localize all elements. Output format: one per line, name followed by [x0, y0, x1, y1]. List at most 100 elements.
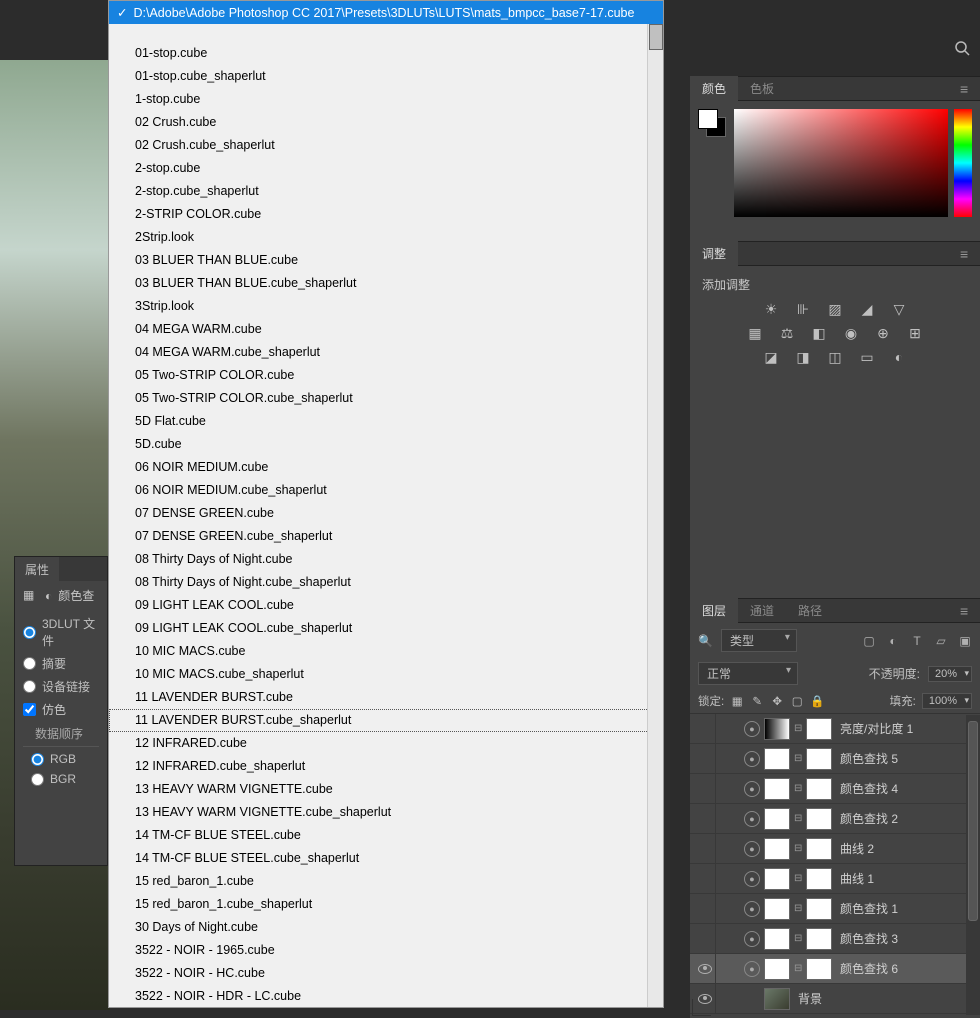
lut-item[interactable]: 06 NOIR MEDIUM.cube: [109, 456, 663, 479]
lut-item[interactable]: 14 TM-CF BLUE STEEL.cube: [109, 824, 663, 847]
tab-channels[interactable]: 通道: [738, 598, 786, 623]
layer-name-label[interactable]: 颜色查找 1: [840, 900, 898, 917]
layer-mask-thumbnail[interactable]: [806, 808, 832, 830]
layer-visibility-toggle[interactable]: [694, 714, 716, 743]
fx-icon[interactable]: ●: [744, 751, 760, 767]
layer-row[interactable]: ●⊟曲线 2: [690, 834, 980, 864]
lut-item[interactable]: 3522 - NOIR - 1965.cube: [109, 939, 663, 962]
layer-visibility-toggle[interactable]: [694, 834, 716, 863]
lock-artboard-icon[interactable]: ▢: [790, 694, 804, 708]
layer-row[interactable]: ●⊟颜色查找 2: [690, 804, 980, 834]
lut-item[interactable]: 03 BLUER THAN BLUE.cube_shaperlut: [109, 272, 663, 295]
opacity-field[interactable]: 20%: [928, 666, 972, 682]
hue-icon[interactable]: ▦: [746, 325, 764, 341]
levels-icon[interactable]: ⊪: [794, 301, 812, 317]
filter-shape-icon[interactable]: ▱: [934, 634, 948, 648]
layers-scrollbar[interactable]: [966, 715, 980, 1015]
lut-item[interactable]: 01-stop.cube: [109, 42, 663, 65]
layer-name-label[interactable]: 颜色查找 2: [840, 810, 898, 827]
lut-item[interactable]: 14 TM-CF BLUE STEEL.cube_shaperlut: [109, 847, 663, 870]
layer-name-label[interactable]: 亮度/对比度 1: [840, 720, 913, 737]
scrollbar-thumb[interactable]: [649, 24, 663, 50]
balance-icon[interactable]: ⚖: [778, 325, 796, 341]
invert-icon[interactable]: ◪: [762, 349, 780, 365]
search-icon[interactable]: [954, 40, 970, 59]
filter-text-icon[interactable]: T: [910, 634, 924, 648]
lut-item[interactable]: 07 DENSE GREEN.cube_shaperlut: [109, 525, 663, 548]
color-picker-field[interactable]: [734, 109, 948, 217]
radio-3dlut-input[interactable]: [23, 626, 36, 639]
radio-3dlut-file[interactable]: 3DLUT 文件: [15, 612, 107, 652]
layer-visibility-toggle[interactable]: [694, 774, 716, 803]
lut-item[interactable]: 02 Crush.cube: [109, 111, 663, 134]
layer-name-label[interactable]: 背景: [798, 990, 822, 1007]
layer-visibility-toggle[interactable]: [694, 894, 716, 923]
layer-mask-thumbnail[interactable]: [806, 778, 832, 800]
lut-item[interactable]: 13 HEAVY WARM VIGNETTE.cube: [109, 778, 663, 801]
lut-item[interactable]: 10 MIC MACS.cube: [109, 640, 663, 663]
radio-rgb[interactable]: RGB: [23, 749, 99, 769]
lut-item[interactable]: 06 NOIR MEDIUM.cube_shaperlut: [109, 479, 663, 502]
layer-thumbnail[interactable]: [764, 958, 790, 980]
layer-row[interactable]: ●⊟颜色查找 3: [690, 924, 980, 954]
lut-item[interactable]: 01-stop.cube_shaperlut: [109, 65, 663, 88]
layer-visibility-toggle[interactable]: [694, 924, 716, 953]
lut-item[interactable]: 1-stop.cube: [109, 88, 663, 111]
layer-mask-thumbnail[interactable]: [806, 868, 832, 890]
lut-item[interactable]: 02 Crush.cube_shaperlut: [109, 134, 663, 157]
layer-row[interactable]: ●⊟曲线 1: [690, 864, 980, 894]
layer-name-label[interactable]: 颜色查找 6: [840, 960, 898, 977]
layer-mask-thumbnail[interactable]: [806, 748, 832, 770]
lut-item[interactable]: 5D Flat.cube: [109, 410, 663, 433]
layer-name-label[interactable]: 曲线 2: [840, 840, 874, 857]
lut-item[interactable]: 13 HEAVY WARM VIGNETTE.cube_shaperlut: [109, 801, 663, 824]
lut-item[interactable]: 04 MEGA WARM.cube_shaperlut: [109, 341, 663, 364]
lut-item[interactable]: 3522 - NOIR - HC.cube: [109, 962, 663, 985]
layer-row[interactable]: ●⊟颜色查找 5: [690, 744, 980, 774]
lock-position-icon[interactable]: ✥: [770, 694, 784, 708]
lock-all-icon[interactable]: 🔒: [810, 694, 824, 708]
lut-item[interactable]: 12 INFRARED.cube_shaperlut: [109, 755, 663, 778]
layer-name-label[interactable]: 颜色查找 5: [840, 750, 898, 767]
selective-color-icon[interactable]: ◐: [890, 349, 908, 365]
panel-menu-icon[interactable]: [960, 248, 974, 258]
checkbox-dither[interactable]: 仿色: [15, 698, 107, 721]
layer-mask-thumbnail[interactable]: [806, 718, 832, 740]
fg-bg-color-swatch[interactable]: [698, 109, 728, 139]
lut-item[interactable]: 2-stop.cube: [109, 157, 663, 180]
lock-brush-icon[interactable]: ✎: [750, 694, 764, 708]
fill-field[interactable]: 100%: [922, 693, 972, 709]
layer-visibility-toggle[interactable]: [694, 864, 716, 893]
layer-name-label[interactable]: 颜色查找 3: [840, 930, 898, 947]
filter-image-icon[interactable]: ▢: [862, 634, 876, 648]
layer-row[interactable]: ●⊟颜色查找 4: [690, 774, 980, 804]
layer-visibility-toggle[interactable]: [694, 954, 716, 983]
tab-swatches[interactable]: 色板: [738, 76, 786, 101]
lut-dropdown-selected[interactable]: ✓ D:\Adobe\Adobe Photoshop CC 2017\Prese…: [109, 1, 663, 24]
layer-thumbnail[interactable]: [764, 748, 790, 770]
layer-row[interactable]: ●⊟颜色查找 1: [690, 894, 980, 924]
gradient-map-icon[interactable]: ▭: [858, 349, 876, 365]
dropdown-scrollbar[interactable]: [647, 24, 663, 1007]
lut-item[interactable]: 12 INFRARED.cube: [109, 732, 663, 755]
tab-adjustments[interactable]: 调整: [690, 241, 738, 266]
layer-thumbnail[interactable]: [764, 868, 790, 890]
radio-abstract-input[interactable]: [23, 657, 36, 670]
lut-item[interactable]: 03 BLUER THAN BLUE.cube: [109, 249, 663, 272]
fx-icon[interactable]: ●: [744, 721, 760, 737]
lut-item[interactable]: 04 MEGA WARM.cube: [109, 318, 663, 341]
lut-item[interactable]: 15 red_baron_1.cube_shaperlut: [109, 893, 663, 916]
fg-color-swatch[interactable]: [698, 109, 718, 129]
radio-rgb-input[interactable]: [31, 753, 44, 766]
lut-item[interactable]: 05 Two-STRIP COLOR.cube_shaperlut: [109, 387, 663, 410]
layer-row[interactable]: ●⊟亮度/对比度 1: [690, 714, 980, 744]
tab-properties[interactable]: 属性: [15, 557, 59, 582]
layer-mask-thumbnail[interactable]: [806, 898, 832, 920]
fx-icon[interactable]: ●: [744, 781, 760, 797]
lut-item[interactable]: 05 Two-STRIP COLOR.cube: [109, 364, 663, 387]
radio-bgr[interactable]: BGR: [23, 769, 99, 789]
scrollbar-thumb[interactable]: [968, 721, 978, 921]
lut-item[interactable]: 08 Thirty Days of Night.cube_shaperlut: [109, 571, 663, 594]
fx-icon[interactable]: ●: [744, 871, 760, 887]
bw-icon[interactable]: ◧: [810, 325, 828, 341]
